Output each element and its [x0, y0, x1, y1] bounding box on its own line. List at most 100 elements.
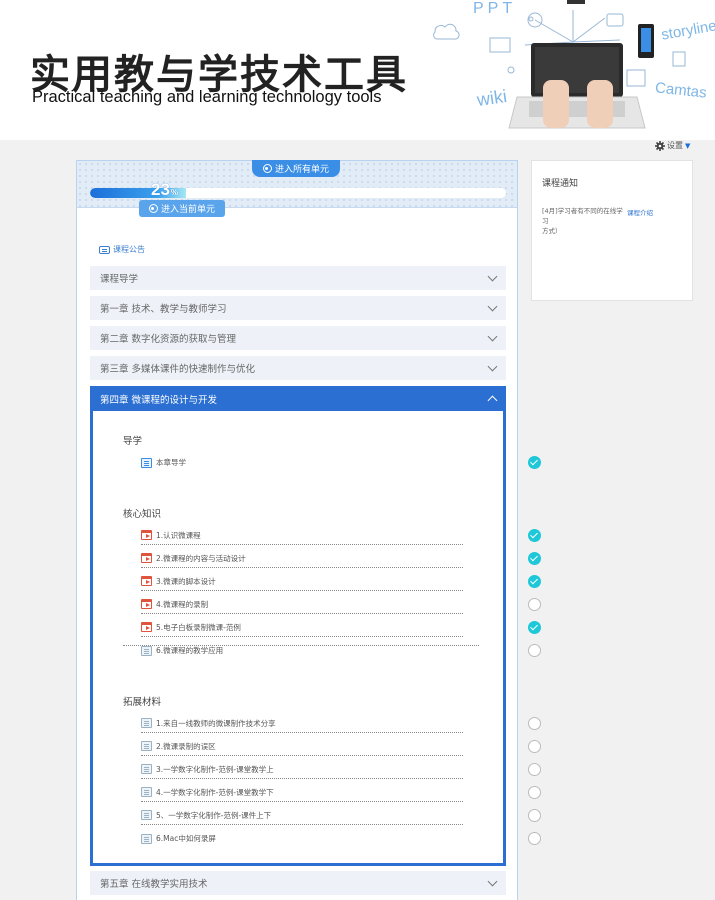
status-check-icon	[528, 575, 541, 588]
status-empty-icon	[528, 717, 541, 730]
status-empty-icon	[528, 832, 541, 845]
item-label: 6.Mac中如何录屏	[156, 834, 216, 843]
chevron-down-icon	[487, 301, 498, 311]
gear-icon	[655, 140, 665, 151]
chevron-down-icon	[487, 361, 498, 371]
target-icon	[262, 164, 272, 173]
item-label: 1.认识微课程	[156, 530, 201, 540]
status-empty-icon	[528, 740, 541, 753]
chapter-label: 第四章 微课程的设计与开发	[100, 394, 218, 406]
chapter-label: 课程导学	[100, 274, 139, 285]
chapter-row[interactable]: 第一章 技术、教学与教师学习	[90, 296, 506, 320]
notice-text: [4月]学习者有不同的在线学习 方式）	[542, 207, 626, 236]
video-icon	[141, 622, 152, 632]
document-icon	[141, 764, 152, 774]
list-item[interactable]: 5.电子白板录制微课-范例	[141, 618, 541, 637]
status-empty-icon	[528, 809, 541, 822]
list-item[interactable]: 5、一学数字化制作-范例-课件上下	[141, 806, 541, 825]
progress-percent-value: 23	[151, 180, 170, 199]
notice-text-line: 方式）	[542, 226, 562, 235]
status-empty-icon	[528, 598, 541, 611]
status-check-icon	[528, 456, 541, 469]
chapter-label: 第二章 数字化资源的获取与管理	[100, 334, 237, 345]
document-icon	[141, 787, 152, 797]
status-check-icon	[528, 621, 541, 634]
document-icon	[141, 645, 152, 656]
item-label: 1.来自一线教师的微课制作技术分享	[156, 718, 276, 728]
section-title-core: 核心知识	[123, 509, 162, 520]
progress-header: 进入所有单元 23% 进入当前单元	[77, 160, 517, 217]
notice-text-line: [4月]学习者有不同的在线学习	[542, 207, 623, 225]
item-label: 4.微课程的录制	[156, 599, 209, 609]
item-label: 4.一学数字化制作-范例-课堂教学下	[156, 787, 274, 797]
course-banner: 实用教与学技术工具 Practical teaching and learnin…	[0, 0, 715, 140]
list-item[interactable]: 6.Mac中如何录屏	[141, 829, 541, 848]
video-icon	[141, 553, 152, 563]
progress-percent: 23%	[151, 180, 211, 200]
chapter-row[interactable]: 第五章 在线教学实用技术	[90, 871, 506, 895]
chapter-row[interactable]: 第二章 数字化资源的获取与管理	[90, 326, 506, 350]
document-icon	[141, 718, 152, 728]
item-label: 3.微课的脚本设计	[156, 576, 216, 586]
list-item[interactable]: 1.来自一线教师的微课制作技术分享	[141, 714, 541, 733]
video-icon	[141, 599, 152, 609]
status-empty-icon	[528, 763, 541, 776]
list-item[interactable]: 2.微课录制的误区	[141, 737, 541, 756]
chapter-label: 第一章 技术、教学与教师学习	[100, 304, 227, 315]
chevron-down-icon	[487, 271, 498, 281]
target-icon	[148, 204, 158, 213]
message-icon	[99, 245, 110, 254]
item-label: 2.微课录制的误区	[156, 741, 216, 751]
list-item[interactable]: 1.认识微课程	[141, 526, 541, 545]
document-icon	[141, 833, 152, 844]
enter-current-unit-button[interactable]: 进入当前单元	[139, 200, 225, 217]
enter-all-units-label: 进入所有单元	[274, 165, 329, 175]
item-label: 5.电子白板录制微课-范例	[156, 622, 241, 632]
list-item[interactable]: 6.微课程的教学应用	[141, 641, 541, 660]
chevron-down-icon	[487, 331, 498, 341]
notice-link[interactable]: 课程介绍	[627, 207, 691, 217]
chapter-content: 导学 本章导学 核心知识 1.认识微课程 2.微课程的内容与活动设计 3.微课的…	[90, 411, 541, 866]
item-label: 3.一学数字化制作-范例-课堂教学上	[156, 764, 274, 774]
list-item[interactable]: 本章导学	[141, 453, 541, 472]
note-icon	[141, 457, 152, 468]
chapter-label: 第五章 在线教学实用技术	[100, 879, 208, 890]
caret-down-icon: ▼	[685, 141, 691, 150]
banner-illustration: PPT storyline wiki Camtas	[425, 0, 715, 140]
chapter-row[interactable]: 课程导学	[90, 266, 506, 290]
banner-subtitle: Practical teaching and learning technolo…	[32, 88, 382, 106]
list-item[interactable]: 4.一学数字化制作-范例-课堂教学下	[141, 783, 541, 802]
list-item[interactable]: 3.微课的脚本设计	[141, 572, 541, 591]
ppt-word: PPT	[473, 0, 517, 17]
document-icon	[141, 810, 152, 820]
video-icon	[141, 576, 152, 586]
status-empty-icon	[528, 786, 541, 799]
status-check-icon	[528, 529, 541, 542]
course-catalog-panel: 进入所有单元 23% 进入当前单元 课程公告 课程导学 第一章 技术、教学与教师…	[76, 160, 541, 900]
item-label: 本章导学	[156, 458, 186, 467]
status-check-icon	[528, 552, 541, 565]
settings-label: 设置	[667, 141, 683, 150]
status-empty-icon	[528, 644, 541, 657]
chapter-row[interactable]: 第三章 多媒体课件的快速制作与优化	[90, 356, 506, 380]
item-label: 5、一学数字化制作-范例-课件上下	[156, 810, 272, 820]
notice-title: 课程通知	[542, 179, 579, 189]
chevron-up-icon	[487, 395, 498, 406]
list-item[interactable]: 2.微课程的内容与活动设计	[141, 549, 541, 568]
settings-menu[interactable]: 设置 ▼	[655, 140, 690, 151]
video-icon	[141, 530, 152, 540]
item-label: 2.微课程的内容与活动设计	[156, 553, 246, 563]
section-title-extended: 拓展材料	[123, 697, 162, 708]
list-item[interactable]: 4.微课程的录制	[141, 595, 541, 614]
chevron-down-icon	[487, 876, 498, 886]
course-notice-card: 课程通知 [4月]学习者有不同的在线学习 方式） 课程介绍	[531, 160, 693, 301]
course-announcement-link[interactable]: 课程公告	[99, 244, 145, 255]
laptop-illustration-icon	[433, 0, 686, 129]
document-icon	[141, 741, 152, 751]
enter-all-units-button[interactable]: 进入所有单元	[252, 160, 340, 177]
list-item[interactable]: 3.一学数字化制作-范例-课堂教学上	[141, 760, 541, 779]
chapter-label: 第三章 多媒体课件的快速制作与优化	[100, 364, 256, 375]
chapter-row-active[interactable]: 第四章 微课程的设计与开发	[90, 386, 506, 411]
announcement-label: 课程公告	[113, 245, 145, 254]
item-label: 6.微课程的教学应用	[156, 646, 224, 655]
